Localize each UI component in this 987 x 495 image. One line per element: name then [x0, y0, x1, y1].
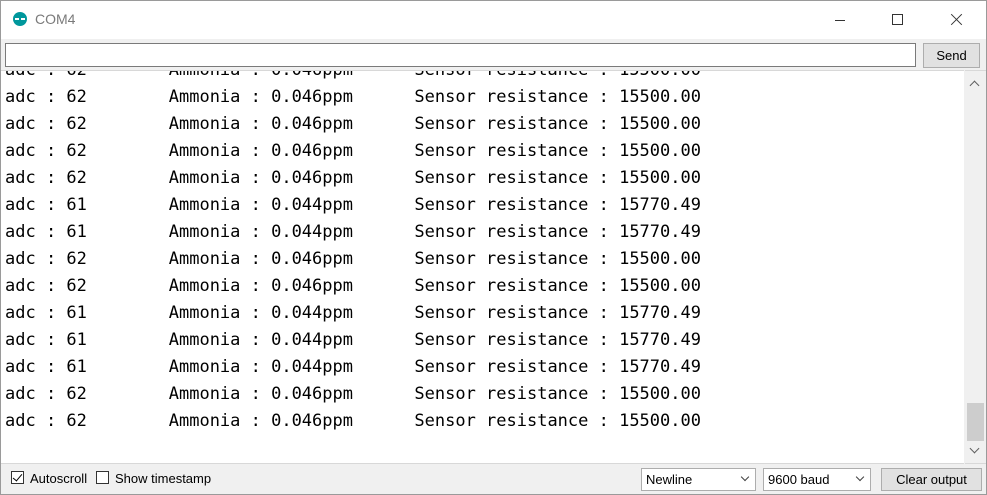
output-line: adc : 61 Ammonia : 0.044ppm Sensor resis… — [5, 195, 701, 215]
window-title: COM4 — [35, 11, 76, 27]
show-timestamp-checkbox[interactable] — [96, 471, 109, 484]
output-line: adc : 62 Ammonia : 0.046ppm Sensor resis… — [5, 141, 701, 161]
output-line: adc : 61 Ammonia : 0.044ppm Sensor resis… — [5, 303, 701, 323]
title-bar[interactable]: COM4 — [1, 1, 986, 39]
line-ending-select[interactable]: Newline — [641, 468, 756, 491]
output-line: adc : 62 Ammonia : 0.046ppm Sensor resis… — [5, 168, 701, 188]
serial-output[interactable]: adc : 62 Ammonia : 0.046ppm Sensor resis… — [1, 70, 964, 464]
output-line: adc : 61 Ammonia : 0.044ppm Sensor resis… — [5, 330, 701, 350]
serial-monitor-window: COM4 Send adc : 62 Ammonia : 0.046ppm Se… — [0, 0, 987, 495]
arduino-icon — [13, 12, 27, 26]
send-input[interactable] — [5, 43, 916, 67]
chevron-down-icon — [855, 472, 865, 482]
minimize-button[interactable] — [817, 1, 863, 39]
baud-rate-select[interactable]: 9600 baud — [763, 468, 871, 491]
autoscroll-label[interactable]: Autoscroll — [30, 471, 87, 486]
output-line: adc : 62 Ammonia : 0.046ppm Sensor resis… — [5, 411, 701, 431]
output-line: adc : 62 Ammonia : 0.046ppm Sensor resis… — [5, 70, 701, 80]
scroll-up-icon[interactable] — [965, 74, 986, 91]
autoscroll-checkbox[interactable] — [11, 471, 24, 484]
send-button[interactable]: Send — [923, 43, 980, 68]
vertical-scrollbar[interactable] — [965, 70, 986, 464]
close-button[interactable] — [933, 1, 979, 39]
output-line: adc : 62 Ammonia : 0.046ppm Sensor resis… — [5, 384, 701, 404]
output-line: adc : 61 Ammonia : 0.044ppm Sensor resis… — [5, 222, 701, 242]
line-ending-value: Newline — [646, 472, 693, 487]
output-line: adc : 62 Ammonia : 0.046ppm Sensor resis… — [5, 249, 701, 269]
output-lines: adc : 62 Ammonia : 0.046ppm Sensor resis… — [5, 70, 701, 435]
output-line: adc : 62 Ammonia : 0.046ppm Sensor resis… — [5, 276, 701, 296]
output-line: adc : 62 Ammonia : 0.046ppm Sensor resis… — [5, 87, 701, 107]
baud-rate-value: 9600 baud — [768, 472, 830, 487]
maximize-button[interactable] — [875, 1, 921, 39]
show-timestamp-label[interactable]: Show timestamp — [115, 471, 211, 486]
scroll-down-icon[interactable] — [965, 443, 986, 460]
clear-output-button[interactable]: Clear output — [881, 468, 982, 491]
chevron-down-icon — [740, 472, 750, 482]
output-line: adc : 62 Ammonia : 0.046ppm Sensor resis… — [5, 114, 701, 134]
output-line: adc : 61 Ammonia : 0.044ppm Sensor resis… — [5, 357, 701, 377]
scroll-thumb[interactable] — [967, 403, 984, 441]
